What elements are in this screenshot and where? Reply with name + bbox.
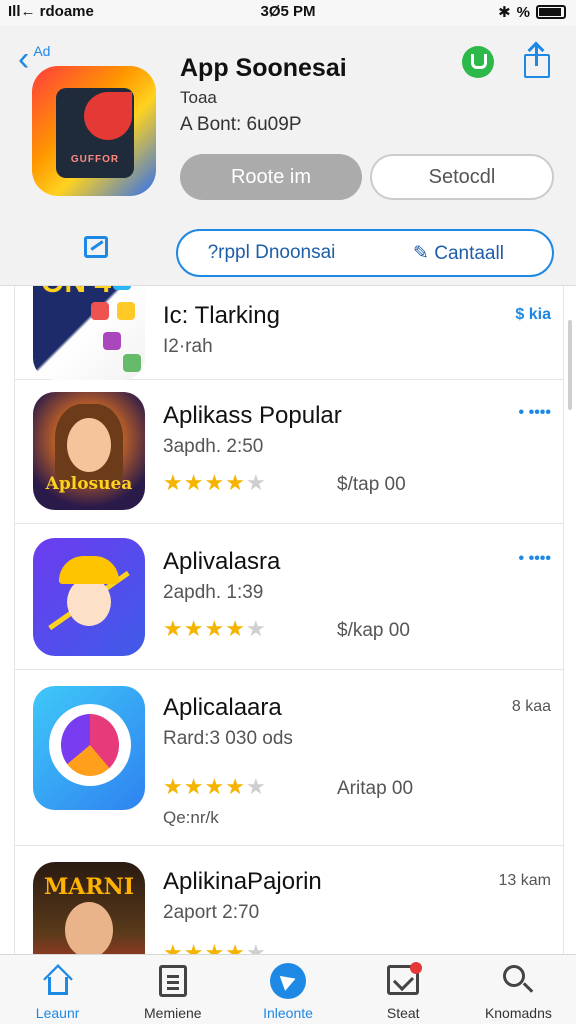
tab-home[interactable]: Leaunr (0, 955, 115, 1024)
scrollbar[interactable] (568, 320, 572, 410)
app-rating-text: A Bont: 6u09P (180, 114, 302, 135)
tab-play[interactable]: Inleonte (230, 955, 345, 1024)
star-empty-icon: ★ (245, 616, 267, 641)
get-button[interactable]: 8 kaa (512, 698, 551, 716)
search-icon (503, 965, 534, 997)
star-filled-icon: ★ (163, 470, 184, 495)
app-meta: I2·rah (163, 336, 213, 357)
app-icon-shape (84, 92, 132, 140)
app-thumbnail (33, 686, 145, 810)
segment-download[interactable]: ?rppl Dnoonsai (178, 242, 365, 264)
star-rating: ★★★★★ (163, 774, 267, 800)
notification-badge (410, 962, 423, 974)
app-thumbnail: Aplosuea (33, 392, 145, 510)
primary-action-button[interactable]: Roote im (180, 154, 362, 200)
app-price: $/kap 00 (337, 620, 410, 641)
share-icon[interactable] (522, 41, 552, 78)
app-name: Ic: Tlarking (163, 302, 280, 329)
thumbnail-text: Aplosuea (45, 474, 133, 494)
list-item[interactable]: ON 4 Ic: Tlarking I2·rah $ kia (15, 286, 563, 380)
star-rating: ★★★★★ (163, 470, 267, 496)
app-extra: Qe:nr/k (163, 808, 219, 827)
more-button[interactable]: • •••• (519, 404, 551, 422)
app-meta: 3apdh. 2:50 (163, 436, 264, 457)
bluetooth-icon: ✱ (498, 4, 511, 21)
star-filled-icon: ★ (163, 940, 184, 954)
app-subtitle: Toaa (180, 88, 217, 107)
star-filled-icon: ★ (204, 470, 226, 495)
star-empty-icon: ★ (245, 774, 267, 799)
secondary-action-button[interactable]: Setocdl (370, 154, 554, 200)
status-indicators: ✱ % (498, 3, 566, 21)
thumbnail-text: MARNI (43, 874, 135, 900)
status-bar: Ill← rdoame 3Ø5 PM ✱ % (0, 0, 576, 26)
list-item[interactable]: Aplosuea Aplikass Popular 3apdh. 2:50 ★★… (15, 380, 563, 524)
home-icon (42, 964, 73, 995)
tab-search[interactable]: Knomadns (461, 955, 576, 1024)
tab-label: Steat (386, 1005, 420, 1021)
app-icon-text: GUFFOR (70, 154, 120, 165)
star-filled-icon: ★ (163, 616, 184, 641)
segmented-control: ?rppl Dnoonsai ✎ Cantaall (176, 229, 554, 277)
back-label: Ad (33, 43, 51, 59)
star-filled-icon: ★ (183, 616, 205, 641)
more-button[interactable]: • •••• (519, 550, 551, 568)
app-name: Aplikass Popular (163, 402, 342, 429)
app-thumbnail: MARNI (33, 862, 145, 954)
get-button[interactable]: $ kia (515, 306, 551, 324)
thumbnail-text: ON 4 (41, 286, 111, 298)
star-filled-icon: ★ (225, 940, 246, 954)
app-name: Aplivalasra (163, 548, 281, 575)
tab-label: Leaunr (35, 1005, 80, 1021)
star-filled-icon: ★ (204, 774, 226, 799)
star-empty-icon: ★ (245, 470, 267, 495)
star-rating: ★★★★★ (163, 616, 267, 642)
get-button[interactable]: 13 kam (499, 872, 551, 890)
star-filled-icon: ★ (204, 940, 226, 954)
star-empty-icon: ★ (245, 940, 267, 954)
app-title: App Soonesai (180, 54, 347, 82)
app-name: AplikinaPajorin (163, 868, 322, 895)
battery-percent: % (516, 3, 530, 21)
star-filled-icon: ★ (183, 470, 205, 495)
tab-label: Knomadns (484, 1005, 552, 1021)
star-filled-icon: ★ (183, 774, 205, 799)
app-meta: 2apdh. 1:39 (163, 582, 264, 603)
app-price: Aritap 00 (337, 778, 414, 799)
app-thumbnail (33, 538, 145, 656)
stats-icon (387, 962, 423, 995)
app-price: $/tap 00 (337, 474, 406, 495)
list-item[interactable]: Aplicalaara Rard:3 030 ods ★★★★★ Aritap … (15, 670, 563, 846)
star-filled-icon: ★ (225, 470, 246, 495)
star-filled-icon: ★ (225, 616, 246, 641)
status-time: 3Ø5 PM (260, 3, 316, 20)
list-item[interactable]: Aplivalasra 2apdh. 1:39 ★★★★★ $/kap 00 •… (15, 524, 563, 670)
chat-icon[interactable] (462, 46, 494, 78)
battery-icon (536, 5, 566, 19)
tab-label: Memiene (144, 1005, 202, 1021)
app-name: Aplicalaara (163, 694, 282, 721)
list-item[interactable]: MARNI AplikinaPajorin 2aport 2:70 ★★★★★ … (15, 846, 563, 954)
app-thumbnail: ON 4 (33, 286, 145, 380)
app-icon: GUFFOR (32, 66, 156, 196)
star-filled-icon: ★ (204, 616, 226, 641)
star-filled-icon: ★ (225, 774, 246, 799)
star-rating: ★★★★★ (163, 940, 267, 954)
list-icon (158, 965, 187, 997)
app-meta: 2aport 2:70 (163, 902, 260, 923)
segment-contact[interactable]: ✎ Cantaall (365, 242, 552, 265)
play-icon (270, 963, 306, 999)
star-filled-icon: ★ (183, 940, 205, 954)
tab-stats[interactable]: Steat (346, 955, 461, 1024)
star-filled-icon: ★ (163, 774, 184, 799)
tab-list[interactable]: Memiene (115, 955, 230, 1024)
tab-label: Inleonte (263, 1005, 313, 1021)
app-meta: Rard:3 030 ods (163, 728, 293, 749)
app-list: ON 4 Ic: Tlarking I2·rah $ kia Aplosuea … (14, 286, 564, 954)
app-header: ‹ Ad GUFFOR App Soonesai Toaa A Bont: 6u… (0, 26, 576, 286)
edit-icon[interactable] (84, 236, 108, 258)
tab-bar: Leaunr Memiene Inleonte Steat Knomadns (0, 954, 576, 1024)
chevron-left-icon: ‹ (18, 40, 30, 78)
